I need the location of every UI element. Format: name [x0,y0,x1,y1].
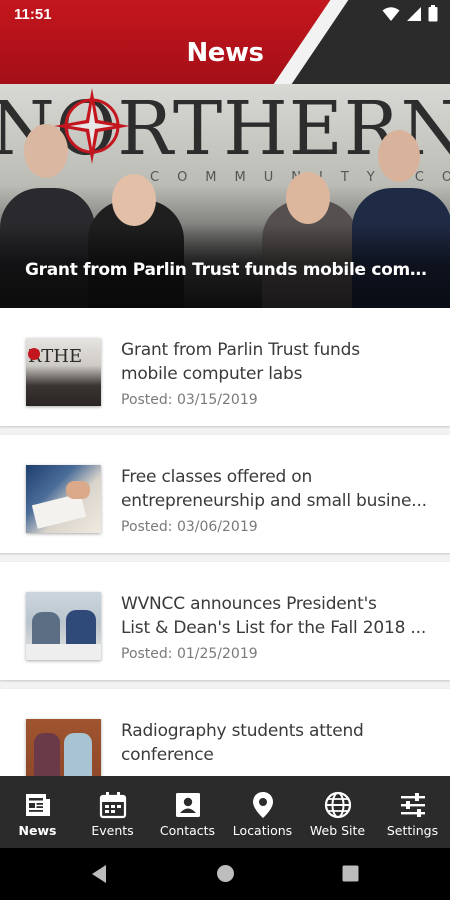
status-icons [382,5,438,22]
signal-icon [407,6,421,21]
thumbnail-desk [26,644,101,660]
hero-person-head [112,174,156,226]
article-title: WVNCC announces President's List & Dean'… [121,592,433,640]
article-title-line: Radiography students attend [121,721,364,741]
home-icon[interactable] [216,864,235,883]
nav-tab-settings[interactable]: Settings [375,776,450,848]
article-title: Free classes offered on entrepreneurship… [121,465,433,513]
article-thumbnail [26,465,101,533]
battery-icon [428,5,438,22]
nav-tab-locations[interactable]: Locations [225,776,300,848]
app-header: 11:51 News [0,0,450,84]
bottom-navigation: News Events Contacts Locations Web Site … [0,776,450,848]
article-title-line: WVNCC announces President's [121,594,377,614]
globe-icon [324,791,351,819]
recents-icon[interactable] [342,865,359,882]
sliders-icon [400,793,425,817]
app-screen: 11:51 News NORTHERN COMMUNITY COLLEGE [0,0,450,900]
article-title-line: List & Dean's List for the Fall 2018 ... [121,618,427,638]
status-time: 11:51 [14,6,52,23]
contact-card-icon [175,793,200,817]
article-thumbnail: RTHE [26,338,101,406]
list-item[interactable]: Free classes offered on entrepreneurship… [0,435,450,553]
featured-article-hero[interactable]: NORTHERN COMMUNITY COLLEGE Grant from Pa… [0,84,450,308]
hero-person-head [378,130,420,182]
article-title-line: conference [121,745,214,765]
list-item[interactable]: RTHE Grant from Parlin Trust funds mobil… [0,308,450,426]
newspaper-icon [25,794,50,816]
page-title: News [186,38,264,68]
nav-tab-events[interactable]: Events [75,776,150,848]
hero-caption: Grant from Parlin Trust funds mobile com… [25,260,435,280]
nav-label: News [18,823,57,838]
article-title-line: entrepreneurship and small busine... [121,491,427,511]
hero-person-head [24,124,68,178]
article-title-line: Grant from Parlin Trust funds [121,340,360,360]
nav-label: Events [91,823,134,838]
nav-label: Web Site [309,823,366,838]
hero-person-head [286,172,330,224]
list-item[interactable]: WVNCC announces President's List & Dean'… [0,562,450,680]
thumbnail-logo [28,348,40,360]
nav-tab-website[interactable]: Web Site [300,776,375,848]
news-list[interactable]: RTHE Grant from Parlin Trust funds mobil… [0,308,450,776]
back-icon[interactable] [90,864,108,884]
system-navigation-bar [0,848,450,900]
article-title-line: mobile computer labs [121,364,303,384]
article-thumbnail [26,592,101,660]
thumbnail-person [64,733,92,776]
article-title: Radiography students attend conference [121,719,433,767]
nav-label: Contacts [159,823,216,838]
nav-tab-contacts[interactable]: Contacts [150,776,225,848]
thumbnail-hand [66,481,90,499]
article-date: Posted: 03/15/2019 [121,392,258,408]
article-date: Posted: 01/25/2019 [121,646,258,662]
calendar-icon [99,792,126,819]
article-thumbnail [26,719,101,776]
article-title: Grant from Parlin Trust funds mobile com… [121,338,433,386]
map-pin-icon [252,792,273,818]
thumbnail-person [34,733,60,776]
nav-tab-news[interactable]: News [0,776,75,848]
wifi-icon [382,6,400,21]
nav-label: Locations [232,823,293,838]
list-item[interactable]: Radiography students attend conference [0,689,450,776]
article-title-line: Free classes offered on [121,467,313,487]
article-date: Posted: 03/06/2019 [121,519,258,535]
nav-label: Settings [386,823,439,838]
